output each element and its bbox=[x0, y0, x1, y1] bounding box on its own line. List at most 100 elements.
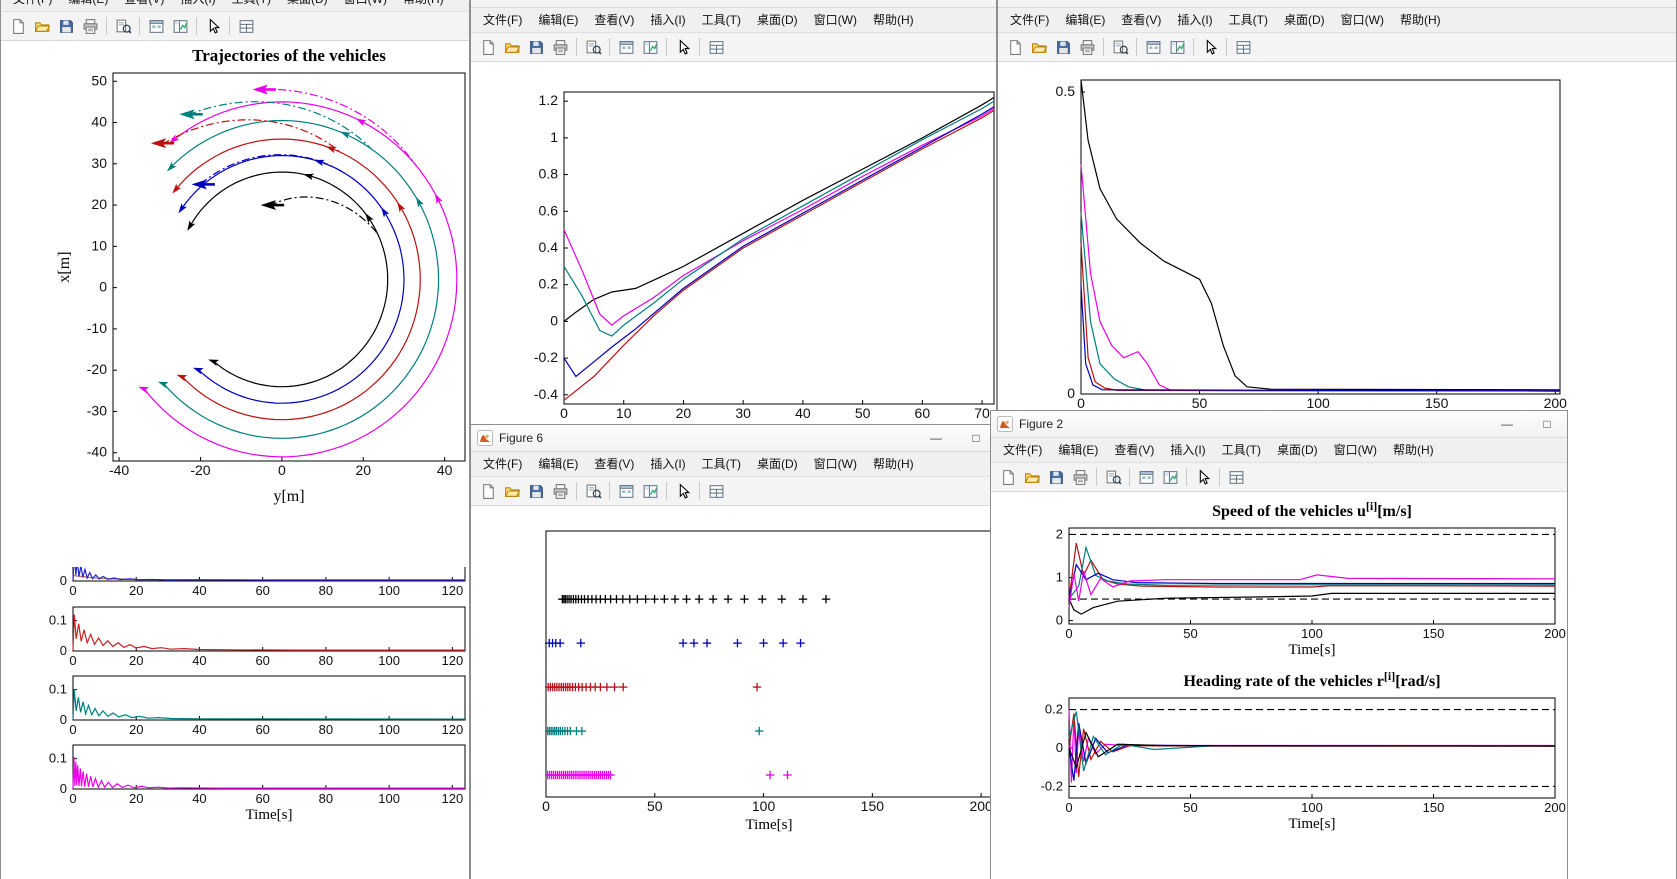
menubar: 文件(F)编辑(E)查看(V)插入(I)工具(T)桌面(D)窗口(W)帮助(H) bbox=[998, 8, 1676, 33]
figure-toolbar bbox=[471, 33, 996, 62]
plot-browser-icon[interactable] bbox=[1165, 35, 1189, 59]
cursor-icon[interactable] bbox=[1198, 35, 1222, 59]
plot-browser-icon[interactable] bbox=[638, 35, 662, 59]
property-editor-icon[interactable] bbox=[1224, 465, 1248, 489]
cursor-icon[interactable] bbox=[201, 14, 225, 38]
menu-item[interactable]: 工具(T) bbox=[694, 8, 749, 32]
figure-palette-icon[interactable] bbox=[614, 35, 638, 59]
menu-item[interactable]: 工具(T) bbox=[694, 452, 749, 476]
menu-item[interactable]: 编辑(E) bbox=[1057, 8, 1113, 32]
menu-item[interactable]: 工具(T) bbox=[1214, 438, 1269, 462]
menu-item[interactable]: 窗口(W) bbox=[1326, 438, 1385, 462]
menu-item[interactable]: 桌面(D) bbox=[749, 452, 806, 476]
new-doc-icon[interactable] bbox=[6, 14, 30, 38]
figure-palette-icon[interactable] bbox=[1141, 35, 1165, 59]
maximize-button[interactable]: □ bbox=[1527, 412, 1567, 437]
menu-item[interactable]: 插入(I) bbox=[642, 8, 693, 32]
cursor-icon[interactable] bbox=[671, 479, 695, 503]
menu-item[interactable]: 文件(F) bbox=[5, 0, 60, 11]
figure-palette-icon[interactable] bbox=[144, 14, 168, 38]
menu-item[interactable]: 文件(F) bbox=[1002, 8, 1057, 32]
svg-text:0: 0 bbox=[60, 712, 67, 727]
svg-text:20: 20 bbox=[129, 583, 143, 598]
print-icon[interactable] bbox=[78, 14, 102, 38]
print-preview-icon[interactable] bbox=[1101, 465, 1125, 489]
print-icon[interactable] bbox=[548, 479, 572, 503]
matlab-figure-icon bbox=[477, 430, 493, 446]
open-folder-icon[interactable] bbox=[1027, 35, 1051, 59]
menu-item[interactable]: 插入(I) bbox=[172, 0, 223, 11]
menu-item[interactable]: 窗口(W) bbox=[806, 8, 865, 32]
menu-item[interactable]: 帮助(H) bbox=[1385, 438, 1442, 462]
menu-item[interactable]: 插入(I) bbox=[1162, 438, 1213, 462]
print-icon[interactable] bbox=[1068, 465, 1092, 489]
new-doc-icon[interactable] bbox=[1003, 35, 1027, 59]
menu-item[interactable]: 查看(V) bbox=[586, 452, 642, 476]
open-folder-icon[interactable] bbox=[500, 35, 524, 59]
menu-item[interactable]: 查看(V) bbox=[1106, 438, 1162, 462]
cursor-icon[interactable] bbox=[671, 35, 695, 59]
new-doc-icon[interactable] bbox=[476, 479, 500, 503]
toolbar-separator bbox=[699, 38, 700, 56]
menu-item[interactable]: 桌面(D) bbox=[749, 8, 806, 32]
print-icon[interactable] bbox=[1075, 35, 1099, 59]
menu-item[interactable]: 编辑(E) bbox=[530, 452, 586, 476]
svg-text:50: 50 bbox=[1183, 626, 1197, 641]
menu-item[interactable]: 编辑(E) bbox=[530, 8, 586, 32]
menu-item[interactable]: 窗口(W) bbox=[1333, 8, 1392, 32]
property-editor-icon[interactable] bbox=[234, 14, 258, 38]
menu-item[interactable]: 查看(V) bbox=[116, 0, 172, 11]
print-preview-icon[interactable] bbox=[111, 14, 135, 38]
plot-browser-icon[interactable] bbox=[168, 14, 192, 38]
new-doc-icon[interactable] bbox=[996, 465, 1020, 489]
print-preview-icon[interactable] bbox=[581, 479, 605, 503]
new-doc-icon[interactable] bbox=[476, 35, 500, 59]
save-icon[interactable] bbox=[524, 479, 548, 503]
menu-item[interactable]: 帮助(H) bbox=[865, 8, 922, 32]
menu-item[interactable]: 帮助(H) bbox=[1392, 8, 1449, 32]
menu-item[interactable]: 工具(T) bbox=[1221, 8, 1276, 32]
menu-item[interactable]: 编辑(E) bbox=[60, 0, 116, 11]
titlebar[interactable]: Figure 6 — □ bbox=[471, 425, 996, 452]
menu-item[interactable]: 工具(T) bbox=[224, 0, 279, 11]
menu-item[interactable]: 桌面(D) bbox=[1276, 8, 1333, 32]
menu-item[interactable]: 插入(I) bbox=[642, 452, 693, 476]
titlebar[interactable]: Figure 2 — □ bbox=[991, 411, 1567, 438]
print-preview-icon[interactable] bbox=[1108, 35, 1132, 59]
property-editor-icon[interactable] bbox=[704, 35, 728, 59]
plot-browser-icon[interactable] bbox=[1158, 465, 1182, 489]
save-icon[interactable] bbox=[54, 14, 78, 38]
open-folder-icon[interactable] bbox=[1020, 465, 1044, 489]
menu-item[interactable]: 文件(F) bbox=[475, 8, 530, 32]
svg-text:0: 0 bbox=[1067, 385, 1075, 401]
menu-item[interactable]: 桌面(D) bbox=[1269, 438, 1326, 462]
menu-item[interactable]: 插入(I) bbox=[1169, 8, 1220, 32]
menu-item[interactable]: 帮助(H) bbox=[865, 452, 922, 476]
titlebar[interactable] bbox=[471, 0, 996, 8]
menu-item[interactable]: 窗口(W) bbox=[336, 0, 395, 11]
property-editor-icon[interactable] bbox=[704, 479, 728, 503]
save-icon[interactable] bbox=[1051, 35, 1075, 59]
open-folder-icon[interactable] bbox=[500, 479, 524, 503]
menu-item[interactable]: 帮助(H) bbox=[395, 0, 452, 11]
figure-palette-icon[interactable] bbox=[1134, 465, 1158, 489]
menu-item[interactable]: 窗口(W) bbox=[806, 452, 865, 476]
open-folder-icon[interactable] bbox=[30, 14, 54, 38]
menu-item[interactable]: 桌面(D) bbox=[279, 0, 336, 11]
plot-browser-icon[interactable] bbox=[638, 479, 662, 503]
menu-item[interactable]: 查看(V) bbox=[586, 8, 642, 32]
minimize-button[interactable]: — bbox=[916, 426, 956, 451]
menu-item[interactable]: 文件(F) bbox=[475, 452, 530, 476]
titlebar[interactable] bbox=[998, 0, 1676, 8]
save-icon[interactable] bbox=[524, 35, 548, 59]
minimize-button[interactable]: — bbox=[1487, 412, 1527, 437]
property-editor-icon[interactable] bbox=[1231, 35, 1255, 59]
figure-palette-icon[interactable] bbox=[614, 479, 638, 503]
menu-item[interactable]: 编辑(E) bbox=[1050, 438, 1106, 462]
menu-item[interactable]: 文件(F) bbox=[995, 438, 1050, 462]
menu-item[interactable]: 查看(V) bbox=[1113, 8, 1169, 32]
cursor-icon[interactable] bbox=[1191, 465, 1215, 489]
print-icon[interactable] bbox=[548, 35, 572, 59]
print-preview-icon[interactable] bbox=[581, 35, 605, 59]
save-icon[interactable] bbox=[1044, 465, 1068, 489]
